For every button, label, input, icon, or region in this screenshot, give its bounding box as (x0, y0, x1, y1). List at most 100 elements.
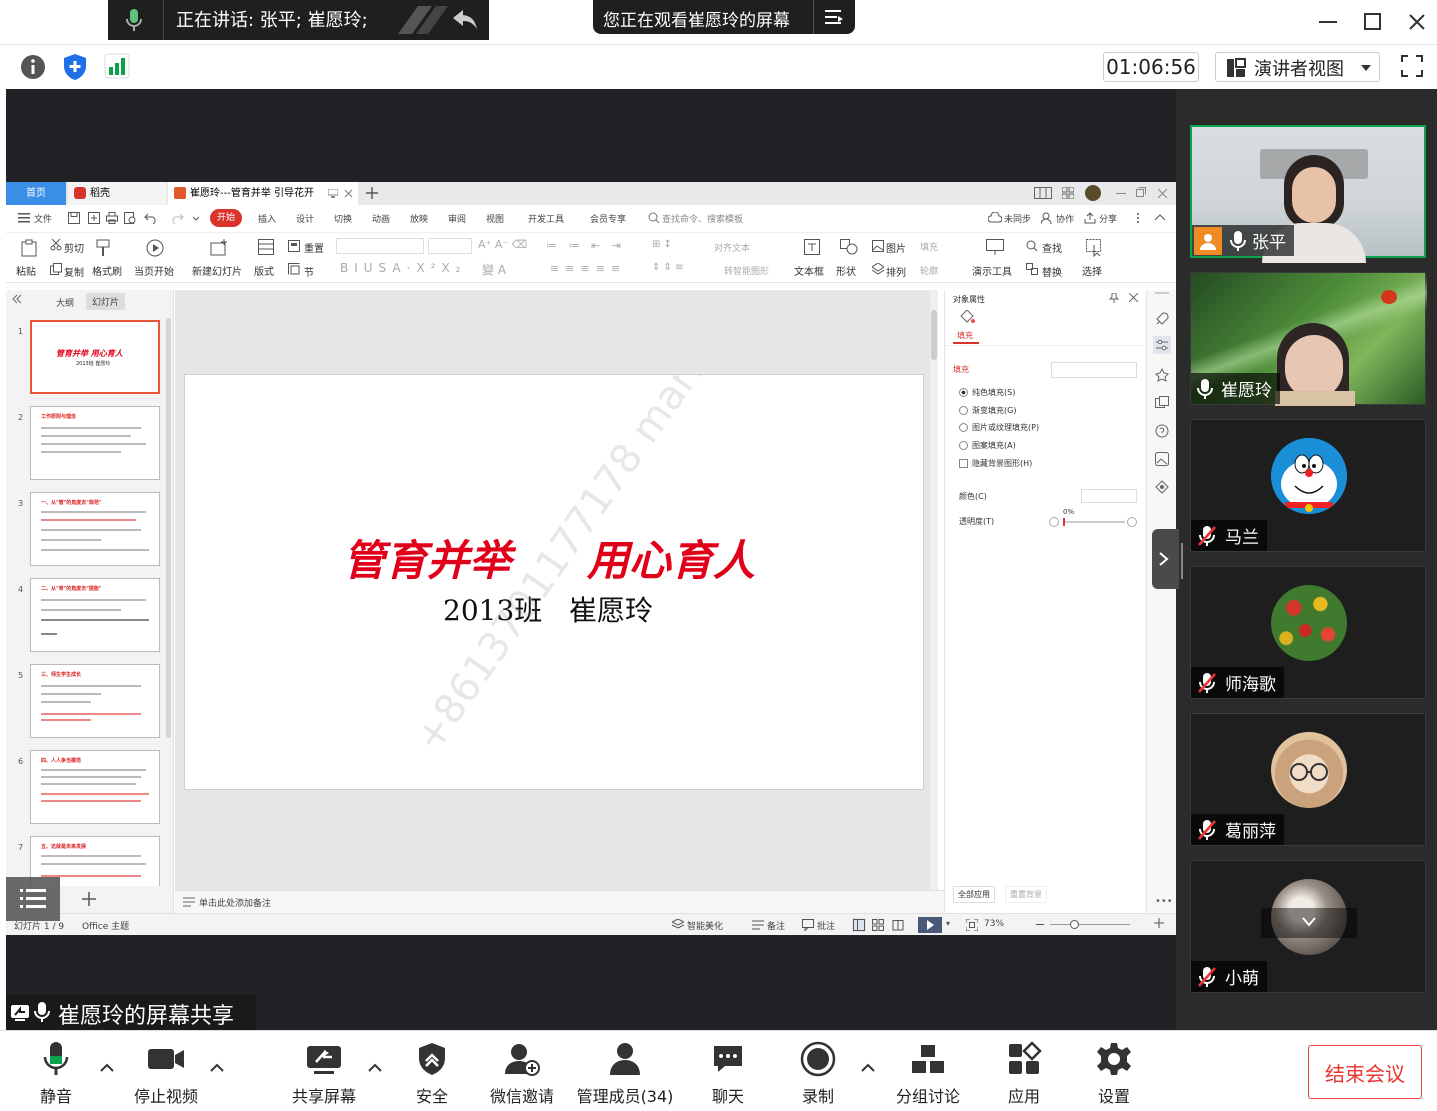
transparency-slider[interactable] (1063, 521, 1125, 523)
breakout-rooms-button[interactable]: 分组讨论 (890, 1031, 966, 1111)
undo-icon[interactable] (451, 6, 479, 32)
slide-thumbnail[interactable]: 工作原则与理念 (30, 406, 160, 480)
print-preview-icon[interactable] (124, 212, 136, 224)
radio-solid[interactable] (959, 388, 968, 397)
zoom-slider[interactable] (1050, 924, 1130, 925)
slide-thumbnail[interactable]: 管育并举 用心育人 2013班 崔愿玲 (30, 320, 160, 394)
radio-gradient[interactable] (959, 406, 968, 415)
panel-close-icon[interactable] (1129, 293, 1138, 302)
slider-handle[interactable] (1063, 518, 1065, 526)
tab-fill[interactable]: 填充 (957, 330, 973, 341)
minimize-icon[interactable] (1318, 12, 1338, 32)
zoom-out-icon[interactable] (1036, 924, 1044, 925)
manage-members-button[interactable]: 管理成员(34) (574, 1031, 676, 1111)
collapse-ribbon-icon[interactable] (1154, 213, 1166, 221)
network-signal-icon[interactable] (104, 53, 130, 79)
animation-icon[interactable] (1155, 368, 1169, 382)
font-size-select[interactable] (428, 238, 472, 254)
gallery-collapse-handle[interactable] (1152, 529, 1179, 589)
chat-button[interactable]: 聊天 (700, 1031, 756, 1111)
user-avatar[interactable] (1085, 185, 1101, 201)
menu-slideshow[interactable]: 放映 (410, 212, 428, 225)
slideshow-dropdown-icon[interactable]: ▾ (946, 919, 950, 928)
image-tools-icon[interactable] (1155, 452, 1169, 466)
apply-all-button[interactable]: 全部应用 (953, 886, 995, 903)
mute-button[interactable]: 静音 (24, 1031, 88, 1111)
stop-video-button[interactable]: 停止视频 (128, 1031, 204, 1111)
save-icon[interactable] (68, 212, 80, 224)
fill-button[interactable]: 填充 (920, 240, 938, 253)
share-button[interactable]: 分享 (1099, 212, 1117, 225)
undo-icon[interactable] (144, 212, 158, 224)
outline-button[interactable]: 轮廓 (920, 264, 938, 277)
participant-tile[interactable]: 崔愿玲 (1190, 272, 1427, 407)
zoom-level[interactable]: 73% (984, 919, 1004, 929)
line-spacing-icons[interactable]: ⇕ ⇕ ≡ (652, 262, 684, 273)
transparency-minus[interactable] (1049, 517, 1059, 527)
participant-tile[interactable]: 张平 (1190, 125, 1426, 263)
grid-apps-icon[interactable] (1062, 187, 1074, 199)
quick-access-dropdown-icon[interactable] (192, 212, 200, 224)
wps-minimize-icon[interactable] (1116, 187, 1126, 199)
tab-outline[interactable]: 大纲 (56, 296, 74, 309)
list-icons[interactable]: ≔ ≔ ⇤ ⇥ (546, 239, 625, 252)
menu-design[interactable]: 设计 (296, 212, 314, 225)
menu-view[interactable]: 视图 (486, 212, 504, 225)
new-tab-icon[interactable] (366, 187, 378, 199)
chevron-up-icon[interactable] (100, 1063, 114, 1073)
more-icon[interactable]: ••• (1155, 896, 1173, 907)
paste-button[interactable]: 粘贴 (16, 263, 36, 278)
shape-button[interactable]: 形状 (836, 263, 856, 278)
location-icon[interactable] (1155, 480, 1169, 494)
tab-close-icon[interactable] (344, 189, 353, 198)
print-icon[interactable] (106, 212, 118, 224)
normal-view-icon[interactable] (852, 918, 866, 932)
reset-button[interactable]: 重置 (304, 240, 324, 255)
slide-thumbnail[interactable]: 三、师生学生成长 (30, 664, 160, 738)
section-button[interactable]: 节 (304, 264, 314, 279)
collapse-panel-icon[interactable] (12, 294, 22, 304)
hamburger-icon[interactable] (18, 213, 30, 223)
notes-toggle-button[interactable]: 备注 (767, 919, 785, 932)
transition-icon[interactable] (1155, 396, 1169, 410)
slide-thumbnail[interactable]: 二、从"育"的角度去"提能" (30, 578, 160, 652)
arrange-button[interactable]: 排列 (886, 264, 906, 279)
menu-insert[interactable]: 插入 (258, 212, 276, 225)
smart-beautify-button[interactable]: 智能美化 (687, 919, 723, 932)
maximize-icon[interactable] (1363, 12, 1383, 32)
tab-slides[interactable]: 幻灯片 (86, 293, 126, 310)
properties-toggle[interactable] (1153, 336, 1171, 354)
option-picture-fill[interactable]: 图片或纹理填充(P) (972, 422, 1039, 433)
menu-home[interactable]: 开始 (210, 209, 242, 227)
zoom-in-icon[interactable] (1154, 918, 1164, 928)
paragraph-align-icons[interactable]: ≡≡≡≡≡ (550, 262, 626, 275)
export-icon[interactable] (88, 212, 100, 224)
find-button[interactable]: 查找 (1042, 240, 1062, 255)
slide-canvas[interactable]: 管育并举 用心育人 2013班 崔愿玲 +8613701177178 maril… (184, 374, 924, 790)
smart-shape-button[interactable]: 转智能图形 (724, 264, 769, 277)
play-slideshow-button[interactable] (918, 917, 942, 933)
participant-tile[interactable]: 葛丽萍 (1190, 713, 1426, 846)
new-slide-button[interactable]: 新建幻灯片 (192, 263, 242, 278)
command-search[interactable]: 查找命令、搜索模板 (662, 212, 743, 225)
more-vertical-icon[interactable] (1136, 212, 1140, 224)
scroll-down-overlay[interactable] (1261, 908, 1357, 938)
participant-tile[interactable]: 小萌 (1190, 860, 1426, 993)
notes-bar[interactable]: 单击此处添加备注 (175, 890, 944, 913)
collaborate-button[interactable]: 协作 (1056, 212, 1074, 225)
slide-thumbnail[interactable]: 四、人人争当模范 (30, 750, 160, 824)
slide-thumbnail[interactable]: 一、从"管"的角度去"规范" (30, 492, 160, 566)
window-layout-icon[interactable] (1034, 187, 1052, 199)
font-style-icons[interactable]: BIUSA·X²X₂ (340, 261, 466, 275)
chevron-up-icon[interactable] (368, 1063, 382, 1073)
color-picker[interactable] (1081, 489, 1137, 503)
rocket-icon[interactable] (1155, 312, 1169, 326)
comments-button[interactable]: 批注 (817, 919, 835, 932)
format-painter-button[interactable]: 格式刷 (92, 263, 122, 278)
sorter-view-icon[interactable] (872, 919, 884, 931)
pin-icon[interactable] (1109, 293, 1119, 303)
end-meeting-button[interactable]: 结束会议 (1308, 1045, 1422, 1099)
reset-background-button[interactable]: 重置背景 (1005, 886, 1047, 903)
menu-transition[interactable]: 切换 (334, 212, 352, 225)
textbox-button[interactable]: 文本框 (794, 263, 824, 278)
